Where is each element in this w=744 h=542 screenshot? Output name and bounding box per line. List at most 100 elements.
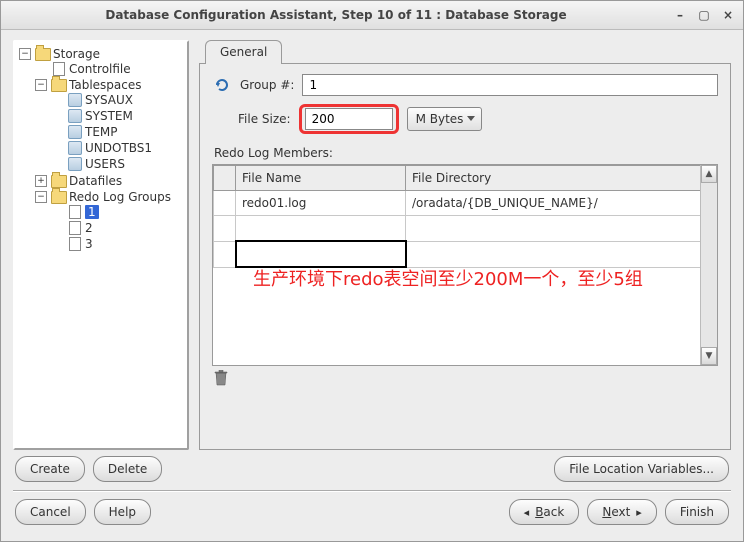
mid-button-row: Create Delete File Location Variables... — [13, 450, 731, 488]
tree-label: 1 — [85, 205, 99, 219]
tab-general[interactable]: General — [205, 40, 282, 64]
doc-icon — [51, 62, 67, 76]
tree-node-redo-2[interactable]: 2 — [51, 221, 185, 235]
help-button[interactable]: Help — [94, 499, 151, 525]
trash-row — [212, 366, 718, 386]
titlebar: Database Configuration Assistant, Step 1… — [1, 1, 743, 30]
tree-node-undotbs1[interactable]: UNDOTBS1 — [51, 141, 185, 155]
scroll-down-button[interactable]: ▼ — [701, 347, 717, 365]
tree-label: Redo Log Groups — [69, 190, 171, 204]
folder-icon — [51, 78, 67, 92]
tablespace-icon — [67, 157, 83, 171]
tree-node-storage[interactable]: − Storage — [19, 47, 185, 61]
tree-label: USERS — [85, 157, 125, 171]
tree-label: Datafiles — [69, 174, 122, 188]
scroll-up-button[interactable]: ▲ — [701, 165, 717, 183]
trash-icon[interactable] — [214, 370, 228, 386]
cell-filedir[interactable]: /oradata/{DB_UNIQUE_NAME}/ — [406, 191, 717, 216]
tabset: General — [199, 40, 731, 64]
create-button[interactable]: Create — [15, 456, 85, 482]
panes: − Storage Controlfile — [13, 40, 731, 450]
tree-node-tablespaces[interactable]: − Tablespaces — [35, 78, 185, 92]
folder-icon — [35, 47, 51, 61]
expand-icon[interactable]: + — [35, 175, 47, 187]
redolog-icon — [67, 205, 83, 219]
tree-node-system[interactable]: SYSTEM — [51, 109, 185, 123]
window-title: Database Configuration Assistant, Step 1… — [7, 8, 665, 22]
next-button[interactable]: Next ▸ — [587, 499, 657, 525]
tree-label: Tablespaces — [69, 78, 142, 92]
col-filename[interactable]: File Name — [236, 166, 406, 191]
cell-filename[interactable]: redo01.log — [236, 191, 406, 216]
next-mnemonic: N — [602, 505, 611, 519]
vertical-scrollbar[interactable]: ▲ ▼ — [700, 165, 717, 365]
members-label: Redo Log Members: — [214, 146, 718, 160]
cancel-button[interactable]: Cancel — [15, 499, 86, 525]
tree-node-users[interactable]: USERS — [51, 157, 185, 171]
tree-node-temp[interactable]: TEMP — [51, 125, 185, 139]
redolog-icon — [67, 237, 83, 251]
collapse-icon[interactable]: − — [35, 79, 47, 91]
tree-node-sysaux[interactable]: SYSAUX — [51, 93, 185, 107]
tree-node-redo-3[interactable]: 3 — [51, 237, 185, 251]
minimize-button[interactable]: – — [671, 6, 689, 24]
table-row[interactable]: redo01.log /oradata/{DB_UNIQUE_NAME}/ — [214, 191, 717, 216]
cell-filedir[interactable] — [406, 241, 717, 267]
cell-filedir[interactable] — [406, 216, 717, 242]
tab-label: General — [220, 45, 267, 59]
annotation-text: 生产环境下redo表空间至少200M一个，至少5组 — [253, 265, 687, 291]
filesize-row: File Size: M Bytes — [212, 104, 718, 134]
window: Database Configuration Assistant, Step 1… — [0, 0, 744, 542]
tree-label: 3 — [85, 237, 93, 251]
delete-button[interactable]: Delete — [93, 456, 162, 482]
tree-label: UNDOTBS1 — [85, 141, 152, 155]
refresh-icon[interactable] — [212, 77, 232, 93]
collapse-icon[interactable]: − — [19, 48, 31, 60]
tablespace-icon — [67, 141, 83, 155]
tree-label: SYSTEM — [85, 109, 133, 123]
filesize-label: File Size: — [238, 112, 291, 126]
tree-node-redo-1[interactable]: 1 — [51, 205, 185, 219]
tablespace-icon — [67, 109, 83, 123]
cell-filename[interactable] — [236, 216, 406, 242]
cell-filename[interactable] — [236, 241, 406, 267]
table-row[interactable] — [214, 216, 717, 242]
col-filedir[interactable]: File Directory — [406, 166, 717, 191]
redo-members-table[interactable]: File Name File Directory redo01.log /ora… — [212, 164, 718, 366]
table-row[interactable] — [214, 241, 717, 267]
group-number-input[interactable] — [302, 74, 718, 96]
separator — [13, 490, 731, 491]
filesize-input[interactable] — [305, 108, 393, 130]
tree-label: SYSAUX — [85, 93, 133, 107]
content-area: − Storage Controlfile — [1, 30, 743, 541]
tablespace-icon — [67, 125, 83, 139]
tree-node-datafiles[interactable]: + Datafiles — [35, 174, 185, 188]
group-row: Group #: — [212, 74, 718, 96]
tree-pane[interactable]: − Storage Controlfile — [13, 40, 189, 450]
tablespace-icon — [67, 93, 83, 107]
file-location-variables-button[interactable]: File Location Variables... — [554, 456, 729, 482]
chevron-right-icon: ▸ — [636, 506, 642, 519]
folder-icon — [51, 190, 67, 204]
collapse-icon[interactable]: − — [35, 191, 47, 203]
folder-icon — [51, 174, 67, 188]
tree-node-controlfile[interactable]: Controlfile — [35, 62, 185, 76]
filesize-highlight — [299, 104, 399, 134]
group-label: Group #: — [240, 78, 294, 92]
filesize-unit-select[interactable]: M Bytes — [407, 107, 483, 131]
back-rest: ack — [543, 505, 564, 519]
tree-node-redogroups[interactable]: − Redo Log Groups — [35, 190, 185, 204]
chevron-left-icon: ◂ — [524, 506, 530, 519]
tree-label: TEMP — [85, 125, 118, 139]
back-button[interactable]: ◂Back — [509, 499, 580, 525]
finish-button[interactable]: Finish — [665, 499, 729, 525]
detail-pane: General Group #: File Size: — [199, 40, 731, 450]
tree-label: Storage — [53, 47, 100, 61]
maximize-button[interactable]: ▢ — [695, 6, 713, 24]
close-button[interactable]: × — [719, 6, 737, 24]
redolog-icon — [67, 221, 83, 235]
next-rest: ext — [611, 505, 630, 519]
row-header-col — [214, 166, 236, 191]
wizard-footer: Cancel Help ◂Back Next ▸ Finish — [13, 499, 731, 535]
tree-label: 2 — [85, 221, 93, 235]
